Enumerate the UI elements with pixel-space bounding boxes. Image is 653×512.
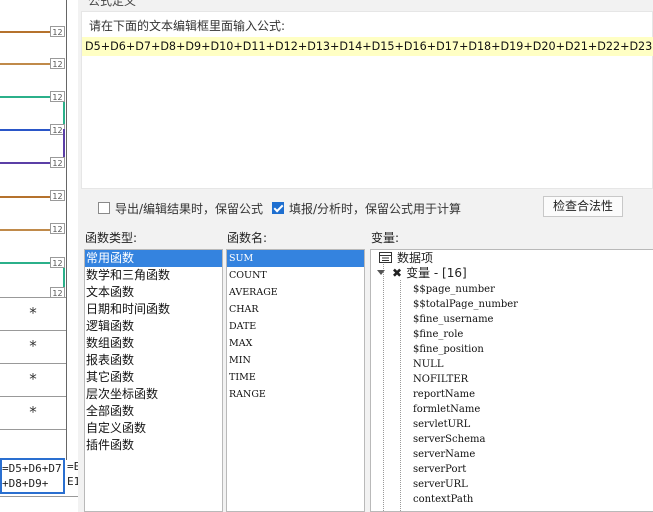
option-label: 填报/分析时，保留公式用于计算 bbox=[289, 201, 462, 216]
category-item[interactable]: 逻辑函数 bbox=[85, 318, 222, 335]
function-item[interactable]: AVERAGE bbox=[227, 284, 364, 301]
chevron-down-icon[interactable] bbox=[377, 270, 385, 275]
flow-line bbox=[0, 162, 50, 164]
variable-group-icon: ✖ bbox=[392, 266, 403, 280]
flow-line bbox=[0, 96, 50, 98]
formula-text-line[interactable]: D5+D6+D7+D8+D9+D10+D11+D12+D13+D14+D15+D… bbox=[82, 37, 653, 56]
function-item[interactable]: CHAR bbox=[227, 301, 364, 318]
sheet-gridline bbox=[0, 363, 66, 364]
category-item[interactable]: 报表函数 bbox=[85, 352, 222, 369]
category-item[interactable]: 日期和时间函数 bbox=[85, 301, 222, 318]
variable-item[interactable]: $$page_number bbox=[413, 282, 495, 297]
flow-line bbox=[0, 31, 50, 33]
selected-cell[interactable]: =D5+D6+D7 +D8+D9+ bbox=[0, 458, 65, 494]
tree-node-label: 数据项 bbox=[397, 251, 434, 265]
category-item[interactable]: 层次坐标函数 bbox=[85, 386, 222, 403]
tree-guide-line bbox=[400, 280, 401, 511]
tree-node-data-item[interactable]: 数据项 bbox=[379, 251, 433, 266]
formula-text: D5+D6+D7+D8+D9+D10+D11+D12+D13+D14+D15+D… bbox=[85, 40, 653, 53]
sheet-gridline bbox=[66, 0, 67, 460]
cell-tag: 12 bbox=[50, 257, 65, 268]
variable-item[interactable]: $$totalPage_number bbox=[413, 297, 518, 312]
category-item[interactable]: 数学和三角函数 bbox=[85, 267, 222, 284]
cell-tag: 12 bbox=[50, 58, 65, 69]
variable-item[interactable]: serverName bbox=[413, 447, 475, 462]
sheet-gridline bbox=[0, 496, 78, 497]
flow-line bbox=[0, 262, 50, 264]
flow-line bbox=[0, 63, 50, 65]
sheet-gridline bbox=[0, 297, 66, 298]
cell-tag: 12 bbox=[50, 91, 65, 102]
variables-tree[interactable]: 数据项 ✖ 变量 - [16] $$page_number $$totalPage… bbox=[370, 249, 653, 512]
function-category-label: 函数类型: bbox=[85, 231, 138, 245]
check-validity-button[interactable]: 检查合法性 bbox=[543, 196, 623, 217]
variable-item[interactable]: $fine_position bbox=[413, 342, 484, 357]
variable-item[interactable]: $fine_role bbox=[413, 327, 463, 342]
function-name-list[interactable]: SUM COUNT AVERAGE CHAR DATE MAX MIN TIME… bbox=[226, 249, 365, 512]
cell-tag: 12 bbox=[50, 157, 65, 168]
flow-line bbox=[0, 129, 50, 131]
sheet-gridline bbox=[0, 429, 66, 430]
variable-item[interactable]: contextPath bbox=[413, 492, 473, 507]
variable-item[interactable]: serverPort bbox=[413, 462, 466, 477]
sheet-cell-star: * bbox=[29, 403, 37, 421]
function-item[interactable]: MAX bbox=[227, 335, 364, 352]
variable-item[interactable]: NOFILTER bbox=[413, 372, 468, 387]
variable-item[interactable]: $fine_username bbox=[413, 312, 493, 327]
spreadsheet-background: 12 12 12 12 12 12 12 12 12 * * * * =D5+D… bbox=[0, 0, 79, 512]
tree-guide-line bbox=[383, 260, 384, 511]
function-item[interactable]: MIN bbox=[227, 352, 364, 369]
flow-line bbox=[0, 229, 50, 231]
sheet-cell-star: * bbox=[29, 304, 37, 322]
variable-item[interactable]: reportName bbox=[413, 387, 475, 402]
category-item[interactable]: 文本函数 bbox=[85, 284, 222, 301]
sheet-gridline bbox=[0, 330, 66, 331]
option-keep-formula-fill[interactable]: 填报/分析时，保留公式用于计算 bbox=[272, 199, 461, 217]
function-item[interactable]: SUM bbox=[227, 250, 364, 267]
checkbox-unchecked-icon[interactable] bbox=[98, 202, 110, 214]
flow-line bbox=[0, 196, 50, 198]
function-item[interactable]: TIME bbox=[227, 369, 364, 386]
category-item[interactable]: 插件函数 bbox=[85, 437, 222, 454]
formula-dialog: 公式定义 请在下面的文本编辑框里面输入公式: D5+D6+D7+D8+D9+D1… bbox=[78, 0, 653, 512]
variable-item[interactable]: serverSchema bbox=[413, 432, 485, 447]
function-item[interactable]: DATE bbox=[227, 318, 364, 335]
category-item[interactable]: 自定义函数 bbox=[85, 420, 222, 437]
sheet-cell-star: * bbox=[29, 337, 37, 355]
function-category-list[interactable]: 常用函数 数学和三角函数 文本函数 日期和时间函数 逻辑函数 数组函数 报表函数… bbox=[84, 249, 223, 512]
cell-formula-line: +D8+D9+ bbox=[2, 477, 49, 490]
sheet-gridline bbox=[0, 396, 66, 397]
formula-editor[interactable]: 请在下面的文本编辑框里面输入公式: D5+D6+D7+D8+D9+D10+D11… bbox=[81, 11, 653, 189]
option-keep-formula-export[interactable]: 导出/编辑结果时，保留公式 bbox=[98, 199, 263, 217]
sheet-cell-star: * bbox=[29, 370, 37, 388]
tree-node-label: 变量 - [16] bbox=[406, 266, 467, 280]
checkbox-checked-icon[interactable] bbox=[272, 202, 284, 214]
cell-tag: 12 bbox=[50, 190, 65, 201]
variables-label: 变量: bbox=[371, 231, 400, 245]
dialog-title: 公式定义 bbox=[88, 0, 137, 8]
option-label: 导出/编辑结果时，保留公式 bbox=[115, 201, 264, 216]
function-item[interactable]: RANGE bbox=[227, 386, 364, 403]
function-item[interactable]: COUNT bbox=[227, 267, 364, 284]
variable-item[interactable]: formletName bbox=[413, 402, 480, 417]
variable-item[interactable]: NULL bbox=[413, 357, 443, 372]
category-item[interactable]: 全部函数 bbox=[85, 403, 222, 420]
cell-formula-line: =D5+D6+D7 bbox=[2, 462, 62, 475]
editor-prompt: 请在下面的文本编辑框里面输入公式: bbox=[89, 19, 286, 33]
table-icon bbox=[379, 252, 392, 263]
category-item[interactable]: 数组函数 bbox=[85, 335, 222, 352]
category-item[interactable]: 常用函数 bbox=[85, 250, 222, 267]
tree-node-variables[interactable]: ✖ 变量 - [16] bbox=[377, 266, 467, 281]
function-name-label: 函数名: bbox=[227, 231, 268, 245]
category-item[interactable]: 其它函数 bbox=[85, 369, 222, 386]
cell-tag: 12 bbox=[50, 26, 65, 37]
cell-tag: 12 bbox=[50, 223, 65, 234]
variable-item[interactable]: servletURL bbox=[413, 417, 470, 432]
variable-item[interactable]: serverURL bbox=[413, 477, 468, 492]
